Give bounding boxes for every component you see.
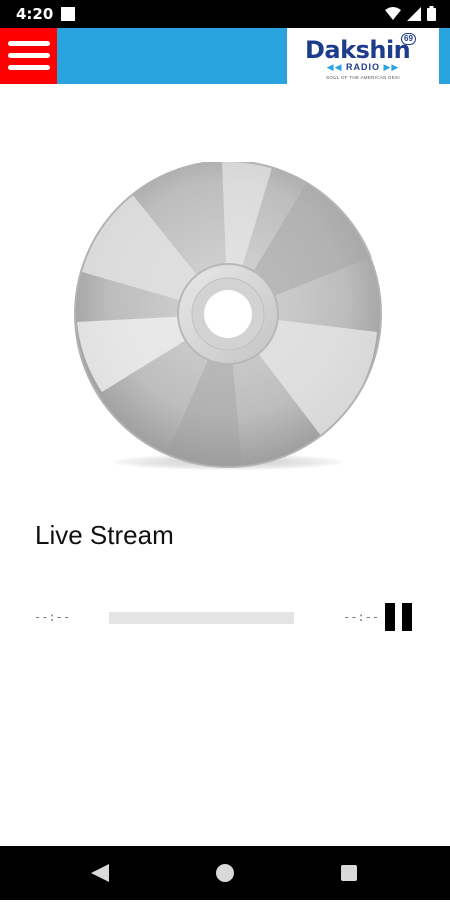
app-header: Dakshin 69 ◀◀ RADIO ▶▶ SOUL OF THE AMERI… [0, 28, 450, 84]
battery-icon [427, 6, 436, 21]
home-icon [216, 864, 234, 882]
home-button[interactable] [195, 846, 255, 900]
wifi-icon [385, 6, 401, 20]
logo-radio-text: RADIO [346, 62, 380, 72]
pause-button[interactable] [383, 602, 415, 632]
album-art [72, 162, 384, 482]
elapsed-time: --:-- [34, 610, 71, 624]
logo-radio-line: ◀◀ RADIO ▶▶ [287, 62, 439, 73]
back-icon [91, 864, 109, 882]
logo-badge: 69 [401, 33, 416, 45]
remaining-time: --:-- [343, 610, 380, 624]
status-time: 4:20 [16, 5, 54, 23]
sound-wave-icon: ▶▶ [380, 62, 400, 72]
pause-icon [385, 603, 395, 631]
recents-icon [341, 865, 357, 881]
menu-button[interactable] [0, 28, 57, 84]
status-icons [385, 6, 436, 21]
logo-tagline: SOUL OF THE AMERICAN DESI [326, 75, 400, 80]
seek-bar[interactable] [109, 612, 294, 624]
brand-logo: Dakshin 69 ◀◀ RADIO ▶▶ SOUL OF THE AMERI… [287, 28, 439, 84]
cellular-signal-icon [407, 6, 421, 21]
navigation-bar [0, 846, 450, 900]
logo-brand-text: Dakshin [305, 36, 411, 64]
track-title: Live Stream [35, 520, 174, 550]
sound-wave-icon: ◀◀ [326, 62, 346, 72]
compact-disc-icon [74, 162, 382, 468]
square-notification-icon [61, 7, 75, 21]
status-bar: 4:20 [0, 0, 450, 28]
recents-button[interactable] [319, 846, 379, 900]
back-button[interactable] [70, 846, 130, 900]
